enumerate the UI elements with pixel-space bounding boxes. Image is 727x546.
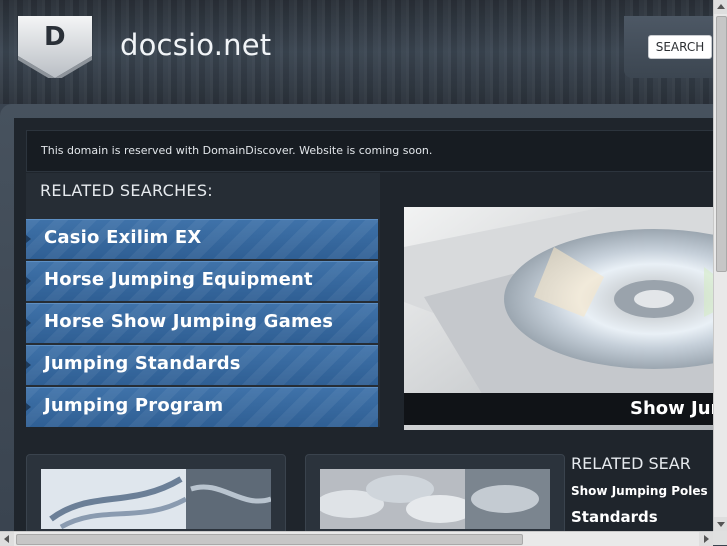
related-item-casio-exilim-ex[interactable]: Casio Exilim EX — [26, 219, 378, 259]
scroll-down-icon[interactable] — [714, 517, 727, 531]
site-header: D docsio.net SEARCH — [0, 0, 713, 104]
thumbnail-card-2[interactable] — [305, 454, 565, 534]
related-item-horse-show-jumping-games[interactable]: Horse Show Jumping Games — [26, 303, 378, 343]
scrollbar-corner — [713, 531, 727, 545]
vertical-scroll-thumb[interactable] — [716, 16, 727, 272]
notice-bar: This domain is reserved with DomainDisco… — [26, 130, 714, 172]
main-frame: This domain is reserved with DomainDisco… — [0, 104, 714, 534]
thumbnail-card-1[interactable] — [26, 454, 286, 534]
arrow-right-icon — [26, 361, 31, 369]
search-panel: SEARCH — [624, 16, 713, 78]
logo-shield-icon[interactable]: D — [18, 16, 92, 78]
notice-text: This domain is reserved with DomainDisco… — [41, 144, 433, 157]
related-item-label: Casio Exilim EX — [44, 227, 202, 248]
scroll-right-icon[interactable] — [699, 532, 713, 546]
right-related-title: RELATED SEAR — [571, 454, 691, 473]
right-related-link[interactable]: Standards — [571, 508, 658, 526]
scroll-left-icon[interactable] — [0, 532, 14, 546]
related-item-label: Horse Show Jumping Games — [44, 311, 334, 332]
arrow-right-icon — [26, 403, 31, 411]
search-button[interactable]: SEARCH — [648, 35, 712, 59]
horizontal-scroll-thumb[interactable] — [16, 534, 523, 545]
arrow-right-icon — [26, 319, 31, 327]
related-item-jumping-standards[interactable]: Jumping Standards — [26, 345, 378, 385]
scroll-up-icon[interactable] — [714, 0, 727, 14]
cd-stack-image — [320, 469, 550, 529]
related-searches-title: RELATED SEARCHES: — [40, 181, 213, 200]
related-item-horse-jumping-equipment[interactable]: Horse Jumping Equipment — [26, 261, 378, 301]
horizontal-scrollbar[interactable] — [0, 531, 713, 546]
hero-caption-bar: Show Jum — [404, 393, 713, 425]
arrow-right-icon — [26, 235, 31, 243]
cables-image — [41, 469, 271, 529]
arrow-right-icon — [26, 277, 31, 285]
vertical-scrollbar[interactable] — [713, 0, 727, 531]
related-item-label: Jumping Standards — [44, 353, 241, 374]
related-item-label: Horse Jumping Equipment — [44, 269, 313, 290]
site-title[interactable]: docsio.net — [120, 28, 271, 62]
logo-letter: D — [44, 22, 66, 52]
right-related-link[interactable]: Show Jumping Poles — [571, 484, 708, 498]
related-item-label: Jumping Program — [44, 395, 224, 416]
related-item-jumping-program[interactable]: Jumping Program — [26, 387, 378, 427]
hero-image[interactable]: Show Jum — [404, 207, 713, 430]
related-searches-panel: RELATED SEARCHES: Casio Exilim EX Horse … — [26, 173, 380, 427]
hero-caption[interactable]: Show Jum — [630, 398, 713, 419]
